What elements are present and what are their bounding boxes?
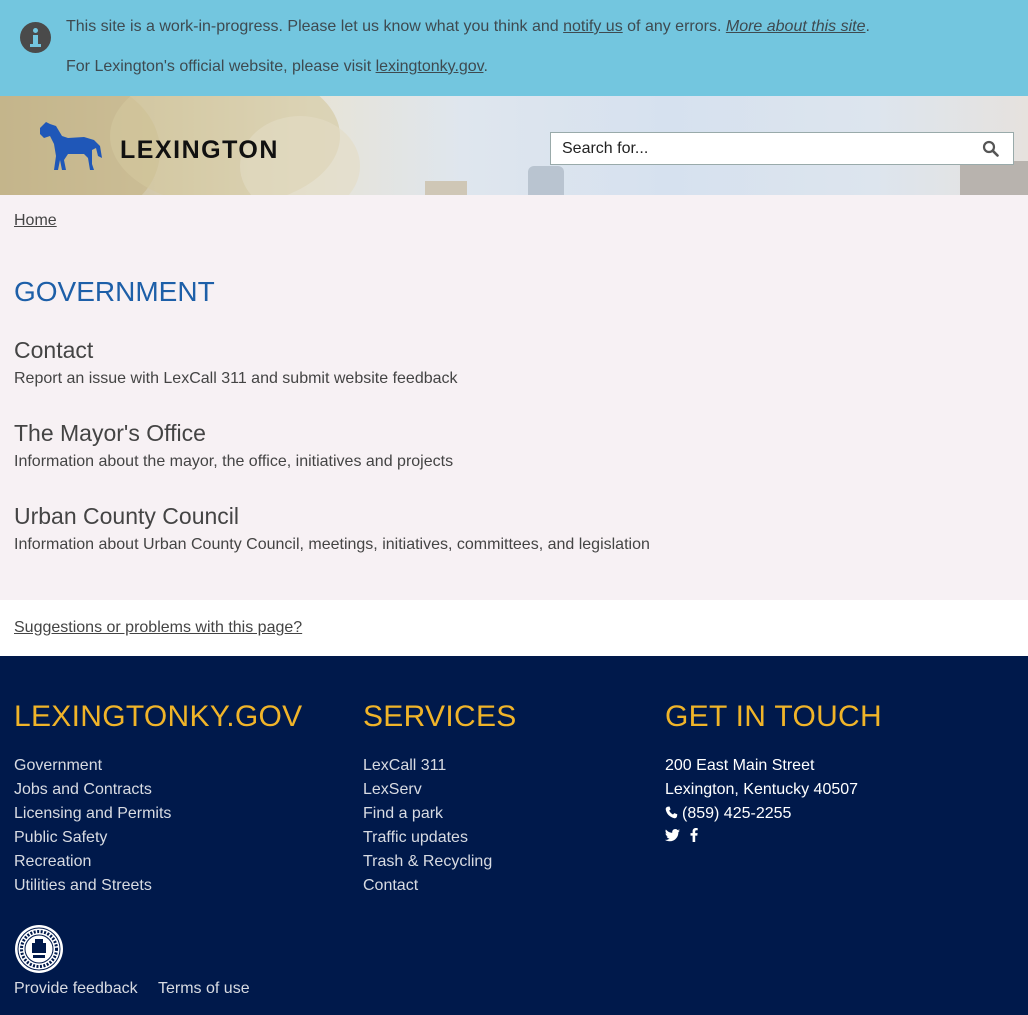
phone-number[interactable]: (859) 425-2255	[682, 805, 791, 822]
more-about-site-link[interactable]: More about this site	[726, 18, 866, 35]
info-icon	[20, 22, 51, 53]
site-footer: LEXINGTONKY.GOV Government Jobs and Cont…	[0, 656, 1028, 1015]
footer-link-contact[interactable]: Contact	[363, 874, 492, 898]
alert-line-2: For Lexington's official website, please…	[66, 58, 488, 76]
search-icon[interactable]	[982, 140, 999, 157]
alert-banner: This site is a work-in-progress. Please …	[0, 0, 1028, 96]
alert-text: of any errors.	[622, 18, 726, 35]
social-links	[665, 828, 704, 847]
header-background	[960, 161, 1028, 195]
facebook-icon[interactable]	[690, 828, 699, 847]
item-title-urban-county-council[interactable]: Urban County Council	[14, 503, 239, 530]
site-header: LEXINGTON	[0, 96, 1028, 195]
item-description: Information about the mayor, the office,…	[14, 453, 454, 470]
footer-link-jobs-contracts[interactable]: Jobs and Contracts	[14, 778, 171, 802]
item-description: Information about Urban County Council, …	[14, 536, 650, 553]
footer-heading-lexingtonky: LEXINGTONKY.GOV	[14, 700, 303, 733]
footer-link-trash-recycling[interactable]: Trash & Recycling	[363, 850, 492, 874]
footer-link-public-safety[interactable]: Public Safety	[14, 826, 171, 850]
item-title-contact[interactable]: Contact	[14, 337, 93, 364]
search-box	[550, 132, 1014, 165]
phone-icon	[665, 806, 678, 819]
alert-text: For Lexington's official website, please…	[66, 58, 376, 75]
item-description: Report an issue with LexCall 311 and sub…	[14, 370, 458, 387]
suggestions-link[interactable]: Suggestions or problems with this page?	[14, 619, 302, 637]
header-background	[528, 166, 564, 195]
footer-link-recreation[interactable]: Recreation	[14, 850, 171, 874]
alert-text: .	[865, 18, 870, 35]
footer-links-services: LexCall 311 LexServ Find a park Traffic …	[363, 754, 492, 898]
footer-link-lexcall[interactable]: LexCall 311	[363, 754, 492, 778]
footer-links-lexingtonky: Government Jobs and Contracts Licensing …	[14, 754, 171, 898]
alert-line-1: This site is a work-in-progress. Please …	[66, 18, 870, 36]
footer-heading-services: SERVICES	[363, 700, 517, 733]
contact-address: 200 East Main Street Lexington, Kentucky…	[665, 754, 858, 826]
twitter-icon[interactable]	[665, 829, 680, 847]
city-seal-icon	[15, 925, 63, 973]
footer-link-find-park[interactable]: Find a park	[363, 802, 492, 826]
item-title-mayors-office[interactable]: The Mayor's Office	[14, 420, 206, 447]
footer-link-licensing-permits[interactable]: Licensing and Permits	[14, 802, 171, 826]
header-background	[425, 181, 467, 195]
suggestions-bar: Suggestions or problems with this page?	[0, 600, 1028, 656]
notify-us-link[interactable]: notify us	[563, 18, 623, 35]
footer-link-government[interactable]: Government	[14, 754, 171, 778]
provide-feedback-link[interactable]: Provide feedback	[14, 980, 138, 998]
breadcrumb-home[interactable]: Home	[14, 212, 57, 230]
search-input[interactable]	[551, 133, 971, 164]
terms-of-use-link[interactable]: Terms of use	[158, 980, 250, 998]
phone-line[interactable]: (859) 425-2255	[665, 802, 858, 826]
footer-link-lexserv[interactable]: LexServ	[363, 778, 492, 802]
address-line-1: 200 East Main Street	[665, 757, 815, 774]
footer-heading-get-in-touch: GET IN TOUCH	[665, 700, 882, 733]
footer-link-utilities-streets[interactable]: Utilities and Streets	[14, 874, 171, 898]
address-line-2: Lexington, Kentucky 40507	[665, 781, 859, 798]
main-content: Home GOVERNMENT Contact Report an issue …	[0, 195, 1028, 600]
footer-link-traffic-updates[interactable]: Traffic updates	[363, 826, 492, 850]
official-site-link[interactable]: lexingtonky.gov	[376, 58, 484, 75]
horse-logo-icon[interactable]	[38, 120, 104, 172]
page-title: GOVERNMENT	[14, 276, 215, 307]
site-logo-text[interactable]: LEXINGTON	[120, 136, 279, 165]
alert-text: .	[483, 58, 488, 75]
alert-text: This site is a work-in-progress. Please …	[66, 18, 564, 35]
